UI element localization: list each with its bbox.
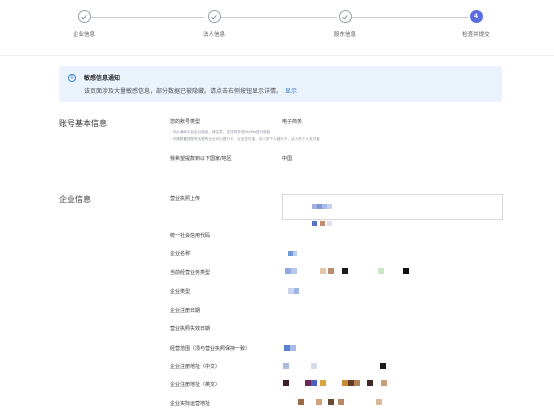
notice-title: 敏感信息通知: [84, 75, 121, 82]
check-icon: [207, 10, 221, 23]
field-label-business-scope: 经营范围（须与营业执照保持一致）: [170, 346, 251, 352]
step-shareholder-info[interactable]: 股东信息: [305, 10, 385, 38]
check-icon: [338, 10, 352, 23]
sensitive-info-notice: i 敏感信息通知 该页面涉及大量敏感信息，部分数据已被隐藏。请点击右侧按钮显示详…: [59, 66, 502, 102]
field-value-account-type: 电子商务: [282, 119, 303, 125]
field-label-registered-address-cn: 企业注册地址（中文）: [170, 364, 221, 370]
field-label-operating-address: 企业实际运营地址: [170, 401, 211, 407]
field-label-registered-address-en: 企业注册地址（英文）: [170, 382, 221, 388]
redacted-business-type: [285, 268, 415, 275]
account-hint-line: - 可从海库平台出口商品，请注意，支付网关或PayPal进行收款: [170, 130, 271, 134]
redacted-registered-address-en: [283, 380, 393, 387]
notice-body: 该页面涉及大量敏感信息，部分数据已被隐藏。请点击右侧按钮显示详情。: [84, 88, 283, 95]
step-label: 企业信息: [72, 32, 95, 38]
step-review-submit[interactable]: 4 检查并提交: [436, 10, 516, 38]
field-label-account-type: 您的账号类型: [170, 119, 201, 125]
redacted-business-scope: [284, 345, 298, 352]
redacted-company-name: [288, 251, 300, 257]
redacted-operating-address: [298, 399, 398, 406]
field-value-region: 中国: [282, 156, 293, 162]
step-legal-person-info[interactable]: 法人信息: [174, 10, 254, 38]
section-title-account: 账号基本信息: [59, 119, 107, 128]
redacted-company-type: [288, 288, 300, 295]
step-label: 法人信息: [202, 32, 225, 38]
account-hint-line: - 可请配置您账号名称的企业对公银行卡，企业支付宝，法人的个人银行卡，法人的个人…: [170, 137, 320, 141]
field-label-business-type: 当前经营业务类型: [170, 270, 211, 276]
field-label-region: 我希望提款到以下国家/地区: [170, 156, 232, 162]
info-icon: i: [68, 74, 76, 82]
field-label-company-name: 企业名称: [170, 251, 191, 257]
redacted-license-image: [300, 201, 360, 231]
check-icon: [77, 10, 91, 23]
field-label-company-type: 企业类型: [170, 289, 191, 295]
step-number-badge: 4: [469, 10, 483, 23]
show-details-link[interactable]: 显示: [285, 88, 297, 95]
redacted-registered-address-cn: [283, 363, 393, 370]
field-label-registration-date: 企业注册日期: [170, 308, 201, 314]
progress-stepper: 企业信息 法人信息 股东信息 4 检查并提交: [0, 0, 554, 48]
field-label-license-expiry: 营业执照失效日期: [170, 326, 211, 332]
step-company-info[interactable]: 企业信息: [44, 10, 124, 38]
header-divider: [0, 55, 554, 56]
step-label: 股东信息: [333, 32, 356, 38]
notice-text: 该页面涉及大量敏感信息，部分数据已被隐藏。请点击右侧按钮显示详情。 显示: [84, 86, 297, 95]
field-label-license-upload: 营业执照上传: [170, 196, 201, 202]
section-title-company: 企业信息: [59, 195, 91, 204]
field-label-credit-code: 统一社会信用代码: [170, 233, 211, 239]
step-label: 检查并提交: [462, 32, 490, 38]
